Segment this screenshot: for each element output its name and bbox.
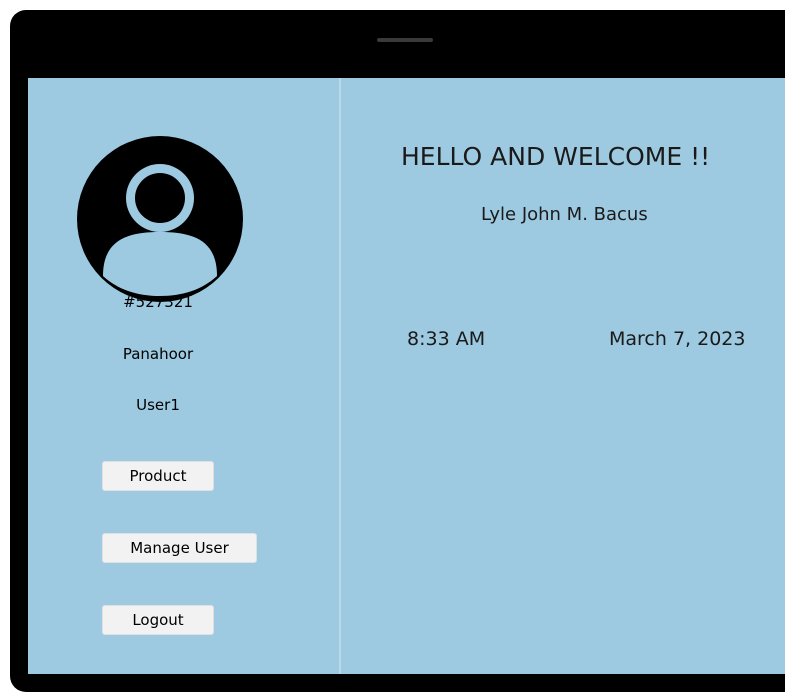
user-lastname-label: Panahoor: [122, 345, 194, 363]
sidebar: #527321 Panahoor User1 Product Manage Us…: [28, 78, 341, 674]
logout-button[interactable]: Logout: [102, 605, 214, 635]
app-window: #527321 Panahoor User1 Product Manage Us…: [10, 10, 785, 692]
username-label: User1: [136, 396, 180, 414]
window-drag-handle[interactable]: [377, 38, 433, 42]
full-name-label: Lyle John M. Bacus: [481, 204, 648, 225]
user-id-label: #527321: [123, 293, 193, 311]
product-button[interactable]: Product: [102, 461, 214, 491]
main-panel: HELLO AND WELCOME !! Lyle John M. Bacus …: [341, 78, 785, 674]
current-time-label: 8:33 AM: [407, 328, 486, 350]
user-avatar-icon: [77, 136, 243, 302]
manage-user-button[interactable]: Manage User: [102, 533, 257, 563]
welcome-heading: HELLO AND WELCOME !!: [401, 142, 711, 171]
dashboard-screen: #527321 Panahoor User1 Product Manage Us…: [28, 78, 785, 674]
current-date-label: March 7, 2023: [609, 328, 746, 350]
